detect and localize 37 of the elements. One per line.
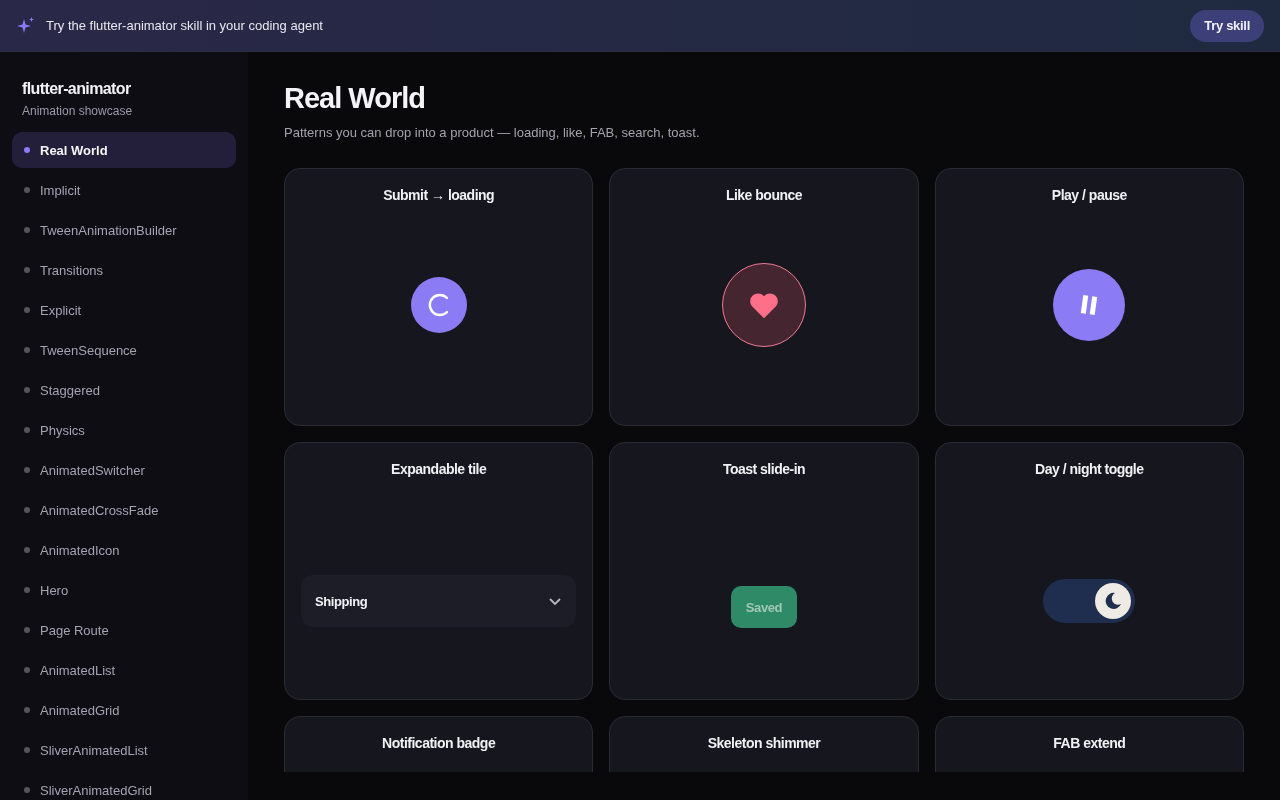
sidebar-item[interactable]: SliverAnimatedGrid (12, 772, 236, 800)
day-night-toggle[interactable] (1043, 579, 1136, 623)
card-title: Play / pause (1051, 187, 1127, 203)
sidebar-item[interactable]: Transitions (12, 252, 236, 288)
try-skill-button[interactable]: Try skill (1190, 9, 1264, 42)
sidebar-item[interactable]: AnimatedIcon (12, 532, 236, 568)
card-title: Skeleton shimmer (707, 735, 821, 751)
expandable-tile[interactable]: Shipping (301, 575, 577, 627)
card-title: Notification badge (382, 735, 496, 751)
sidebar-item[interactable]: AnimatedSwitcher (12, 452, 236, 488)
card-title: Day / night toggle (1035, 461, 1144, 477)
card-title: FAB extend (1053, 735, 1126, 751)
sidebar-item[interactable]: TweenAnimationBuilder (12, 212, 236, 248)
sidebar-item[interactable]: Explicit (12, 292, 236, 328)
sidebar-item[interactable]: AnimatedList (12, 652, 236, 688)
sidebar-item[interactable]: SliverAnimatedList (12, 732, 236, 768)
sidebar-item[interactable]: TweenSequence (12, 332, 236, 368)
sidebar-item[interactable]: AnimatedGrid (12, 692, 236, 728)
card-title: Toast slide-in (722, 461, 806, 477)
app-title: flutter-animator (21, 80, 132, 98)
card-title: Submit → loading (383, 187, 495, 203)
sidebar-item[interactable]: AnimatedCrossFade (12, 492, 236, 528)
sidebar-item[interactable]: Hero (12, 572, 236, 608)
sidebar-item[interactable]: Physics (12, 412, 236, 448)
page-subtitle: Patterns you can drop into a product — loading, like, FAB, search, toast. (284, 125, 701, 140)
tile-label: Shipping (315, 593, 368, 609)
card-title: Like bounce (725, 187, 803, 203)
page-title: Real World (284, 82, 426, 115)
app-subtitle: Animation showcase (21, 104, 134, 118)
sidebar-item[interactable]: Staggered (12, 372, 236, 408)
sidebar-item[interactable]: Real World (12, 132, 236, 168)
banner-text: Try the flutter-animator skill in your coding agent (46, 18, 324, 33)
sidebar-item[interactable]: Page Route (12, 612, 236, 648)
card-title: Expandable tile (391, 461, 487, 477)
sidebar-item[interactable]: Implicit (12, 172, 236, 208)
moon-icon (1103, 591, 1124, 611)
toast: Saved (730, 586, 798, 628)
